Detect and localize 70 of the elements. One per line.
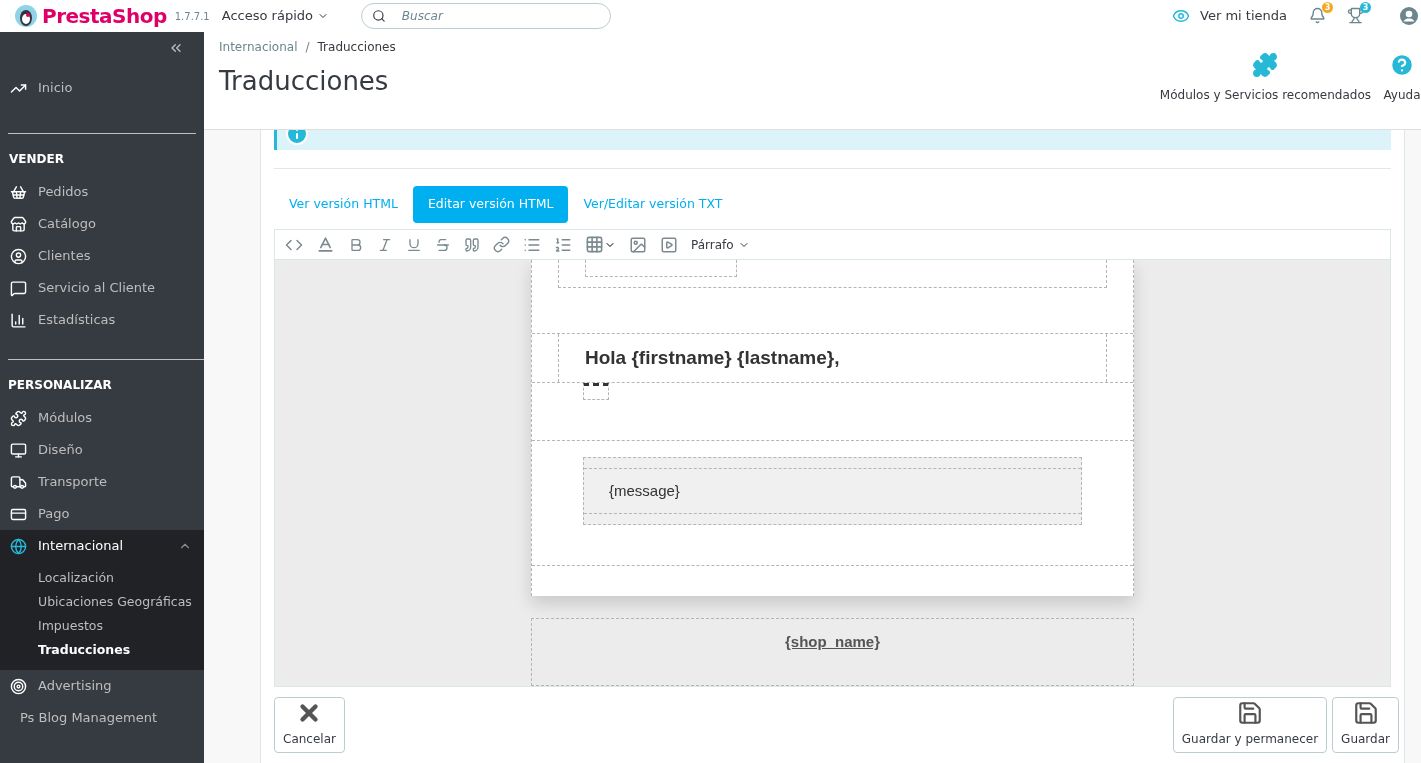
link-icon[interactable]	[493, 236, 510, 253]
table-icon[interactable]	[585, 235, 604, 254]
chat-icon	[10, 279, 27, 297]
message-text: {message}	[609, 480, 680, 501]
search-input[interactable]: Buscar	[401, 7, 600, 25]
save-button[interactable]: Guardar y permanecer	[1172, 697, 1328, 753]
italic-icon[interactable]	[377, 236, 393, 253]
puzzle-icon	[10, 409, 27, 427]
user-icon	[10, 247, 27, 265]
sidebar-item[interactable]: Inicio	[0, 72, 204, 104]
sidebar-item[interactable]: Internacional	[0, 530, 204, 562]
breadcrumb-current: Traducciones	[317, 39, 396, 56]
target-icon	[10, 677, 27, 695]
submenu-item[interactable]: Localización	[0, 566, 204, 590]
underline-icon[interactable]	[406, 236, 422, 253]
sidebar-item[interactable]: Módulos	[0, 402, 204, 434]
strikethrough-icon[interactable]	[435, 236, 451, 253]
help-button[interactable]: Ayuda	[1383, 32, 1421, 129]
numbered-list-icon[interactable]	[554, 235, 572, 254]
quick-access-dropdown[interactable]: Acceso rápido	[221, 6, 329, 26]
puzzle-icon	[1252, 52, 1279, 78]
logo-text[interactable]: PrestaShop	[42, 1, 167, 31]
sidebar-item[interactable]: Ps Blog Management	[0, 702, 204, 734]
sidebar-item[interactable]: Clientes	[0, 240, 204, 272]
text-color-icon[interactable]	[316, 235, 335, 254]
media-icon[interactable]	[660, 235, 678, 254]
sidebar-item[interactable]: Advertising	[0, 670, 204, 702]
recommended-modules-button[interactable]: Módulos y Servicios recomendados	[1159, 32, 1371, 129]
page-title: Traducciones	[219, 65, 390, 98]
sidebar-item[interactable]: Servicio al Cliente	[0, 272, 204, 304]
bold-icon[interactable]	[348, 236, 364, 253]
sidebar-item[interactable]: Pago	[0, 498, 204, 530]
image-icon[interactable]	[629, 235, 647, 254]
trophy-icon[interactable]	[1347, 7, 1364, 24]
submenu-item[interactable]: Ubicaciones Geográficas	[0, 590, 204, 614]
shop-name-link[interactable]: {shop_name}	[784, 631, 880, 654]
breadcrumb-separator: /	[305, 39, 310, 56]
submenu-item[interactable]: Impuestos	[0, 614, 204, 638]
sidebar-item[interactable]: Diseño	[0, 434, 204, 466]
view-store-link[interactable]: Ver mi tienda	[1172, 6, 1287, 26]
globe-icon	[10, 537, 27, 555]
basket-icon	[10, 183, 27, 201]
greeting-text: Hola {firstname} {lastname},	[585, 345, 840, 370]
section-heading: VENDER	[8, 151, 65, 168]
cancel-button[interactable]: Cancelar	[274, 697, 345, 753]
quote-icon[interactable]	[464, 236, 480, 253]
notification-count: 3	[1322, 2, 1333, 13]
save-icon	[1352, 700, 1379, 726]
breadcrumb-link[interactable]: Internacional	[219, 38, 298, 56]
sidebar-item[interactable]: Catálogo	[0, 208, 204, 240]
account-icon[interactable]	[1399, 6, 1419, 26]
penguin-logo-icon	[14, 4, 38, 28]
truck-icon	[10, 473, 27, 491]
section-heading: PERSONALIZAR	[8, 377, 113, 394]
search-icon	[371, 8, 386, 24]
format-dropdown[interactable]: Párrafo	[691, 235, 750, 254]
save-button[interactable]: Guardar	[1332, 697, 1399, 753]
save-icon	[1236, 700, 1263, 726]
monitor-icon	[10, 441, 27, 459]
submenu-item[interactable]: Traducciones	[0, 638, 204, 662]
sidebar-item[interactable]: Pedidos	[0, 176, 204, 208]
sidebar-item[interactable]: Transporte	[0, 466, 204, 498]
help-icon	[1389, 52, 1415, 78]
bar-chart-icon	[10, 311, 27, 329]
sidebar-item[interactable]: Estadísticas	[0, 304, 204, 336]
version-text: 1.7.7.1	[174, 9, 210, 24]
store-icon	[10, 215, 27, 233]
eye-icon	[1172, 7, 1191, 25]
bell-icon[interactable]	[1309, 7, 1326, 24]
notification-count: 3	[1360, 2, 1371, 13]
